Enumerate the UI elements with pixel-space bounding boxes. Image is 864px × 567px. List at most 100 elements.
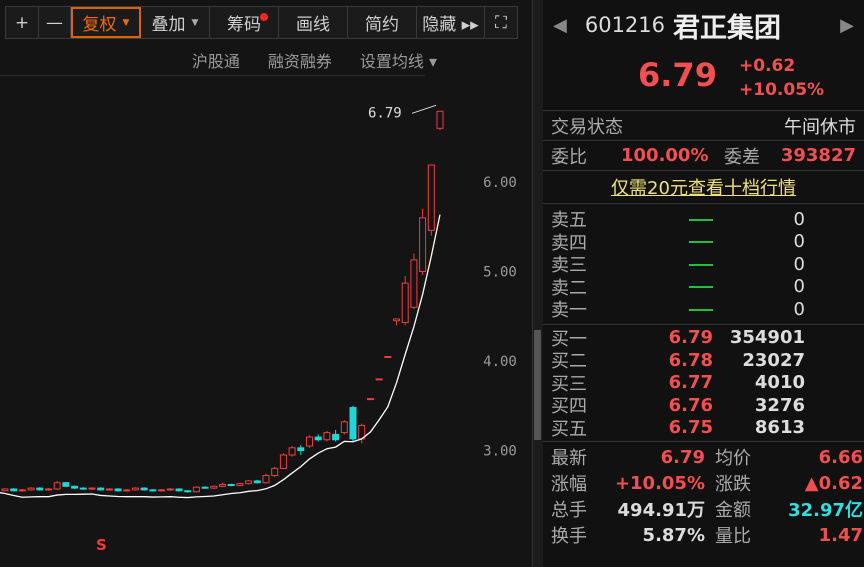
- candle-body[interactable]: [427, 164, 435, 231]
- overlay-dropdown[interactable]: 叠加 ▼: [141, 7, 210, 38]
- next-stock-icon[interactable]: ▶: [840, 15, 854, 36]
- candle-body[interactable]: [245, 480, 253, 485]
- stat-label: 涨跌: [715, 474, 751, 495]
- candle-body[interactable]: [271, 467, 279, 477]
- zoom-out-button[interactable]: —: [39, 7, 71, 38]
- sell-orders: 卖五 0 卖四 0 卖三 0 卖二 0 卖一 0: [543, 203, 864, 324]
- candle-body[interactable]: [166, 488, 174, 491]
- candle-body[interactable]: [158, 489, 166, 492]
- scrollbar[interactable]: [534, 330, 541, 440]
- level-price: 6.77: [668, 372, 713, 394]
- candle-body[interactable]: [114, 488, 122, 492]
- candle-body[interactable]: [27, 487, 35, 491]
- candle-body[interactable]: [393, 318, 400, 322]
- buy-level[interactable]: 买四 6.76 3276: [551, 394, 864, 418]
- y-tick-label: 6.00: [483, 175, 517, 191]
- stat-value: 5.87%: [642, 524, 705, 546]
- candle-body[interactable]: [10, 488, 18, 492]
- candle-body[interactable]: [236, 483, 244, 486]
- prev-stock-icon[interactable]: ◀: [553, 15, 567, 36]
- candle-body[interactable]: [375, 378, 383, 381]
- level2-promo-link[interactable]: 仅需20元查看十档行情: [611, 174, 796, 200]
- candle-body[interactable]: [79, 487, 87, 490]
- hugutong-link[interactable]: 沪股通: [192, 48, 240, 72]
- candlestick-chart[interactable]: 6.00 5.00 4.00 3.00 6.79 S: [0, 80, 532, 567]
- candle-body[interactable]: [36, 487, 44, 491]
- zoom-in-button[interactable]: +: [6, 7, 39, 38]
- candle-body[interactable]: [88, 487, 96, 490]
- margin-trading-link[interactable]: 融资融券: [268, 48, 332, 72]
- sell-level[interactable]: 卖四 0: [551, 231, 864, 254]
- candle-body[interactable]: [132, 487, 139, 491]
- candle-body[interactable]: [384, 356, 392, 359]
- candle-body[interactable]: [340, 421, 348, 434]
- level-volume: 0: [793, 208, 805, 230]
- candle-body[interactable]: [149, 489, 157, 492]
- candle-body[interactable]: [332, 433, 340, 441]
- candle-body[interactable]: [105, 488, 113, 491]
- candle-body[interactable]: [306, 436, 313, 447]
- candle-body[interactable]: [123, 489, 131, 492]
- candle-body[interactable]: [219, 484, 226, 487]
- price-box: 6.79 +0.62 +10.05%: [543, 50, 864, 110]
- candle-body[interactable]: [192, 486, 200, 493]
- buy-level[interactable]: 买三 6.77 4010: [551, 372, 864, 395]
- sell-level[interactable]: 卖二 0: [551, 276, 864, 299]
- candle-body[interactable]: [62, 482, 70, 487]
- candle-body[interactable]: [53, 482, 61, 490]
- chips-button[interactable]: 筹码: [210, 7, 279, 38]
- candle-body[interactable]: [436, 110, 444, 129]
- candle-body[interactable]: [288, 447, 296, 456]
- chart-toolbar: + — 复权 ▼ 叠加 ▼ 筹码 画线 简约 隐藏 ▸▸ ⛶: [5, 6, 518, 39]
- promo-row: 仅需20元查看十档行情: [543, 170, 864, 203]
- stat-label: 金额: [715, 500, 751, 521]
- candle-body[interactable]: [366, 398, 374, 401]
- candle-body[interactable]: [349, 407, 357, 440]
- candle-body[interactable]: [410, 259, 418, 308]
- candle-body[interactable]: [323, 432, 331, 441]
- stock-header: ◀ 601216 君正集团 ▶: [543, 0, 864, 50]
- moving-average-line: [0, 214, 441, 499]
- candle-body[interactable]: [279, 454, 287, 469]
- sell-level[interactable]: 卖五 0: [551, 208, 864, 232]
- sell-level[interactable]: 卖一 0: [551, 298, 864, 322]
- level-price: 6.78: [668, 349, 713, 371]
- candle-body[interactable]: [419, 217, 427, 273]
- candle-body[interactable]: [253, 480, 261, 484]
- candle-body[interactable]: [71, 485, 79, 489]
- fullscreen-icon[interactable]: ⛶: [485, 7, 517, 38]
- buy-level[interactable]: 买一 6.79 354901: [551, 327, 864, 350]
- level-label: 买五: [551, 418, 587, 440]
- panel-splitter[interactable]: [532, 0, 543, 567]
- stats-row: 总手 494.91万 金额 32.97亿: [543, 496, 864, 522]
- candle-body[interactable]: [140, 487, 148, 491]
- buy-orders: 买一 6.79 354901 买二 6.78 23027 买三 6.77 4010 买四 6.76 3…: [543, 323, 864, 442]
- candle-body[interactable]: [262, 475, 270, 484]
- last-price-arrow-icon: [411, 104, 437, 114]
- simple-mode-button[interactable]: 简约: [348, 7, 417, 38]
- candle-body[interactable]: [18, 489, 26, 492]
- candle-body[interactable]: [175, 488, 183, 492]
- ma-settings-dropdown[interactable]: 设置均线 ▾: [360, 48, 437, 72]
- candle-body[interactable]: [1, 488, 9, 492]
- candle-body[interactable]: [45, 488, 52, 491]
- buy-level[interactable]: 买二 6.78 23027: [551, 349, 864, 373]
- status-value: 午间休市: [784, 116, 856, 138]
- candle-body[interactable]: [314, 436, 322, 441]
- sell-level[interactable]: 卖三 0: [551, 253, 864, 277]
- hide-button[interactable]: 隐藏 ▸▸: [417, 7, 485, 38]
- level-price: [606, 231, 713, 252]
- candle-body[interactable]: [210, 485, 218, 489]
- stat-label: 总手: [551, 500, 587, 521]
- candle-body[interactable]: [97, 487, 105, 491]
- candle-body[interactable]: [297, 447, 305, 452]
- stats-table: 最新 6.79 均价 6.66 涨幅 +10.05% 涨跌 ▲0.62 总手 494.91万 金额 3…: [543, 441, 864, 548]
- buy-level[interactable]: 买五 6.75 8613: [551, 417, 864, 440]
- level-price: [606, 299, 713, 320]
- candle-body[interactable]: [227, 484, 235, 487]
- candle-body[interactable]: [401, 282, 409, 324]
- candle-body[interactable]: [184, 490, 192, 493]
- candle-body[interactable]: [201, 486, 209, 489]
- fuquan-dropdown[interactable]: 复权 ▼: [71, 7, 141, 38]
- draw-line-button[interactable]: 画线: [279, 7, 348, 38]
